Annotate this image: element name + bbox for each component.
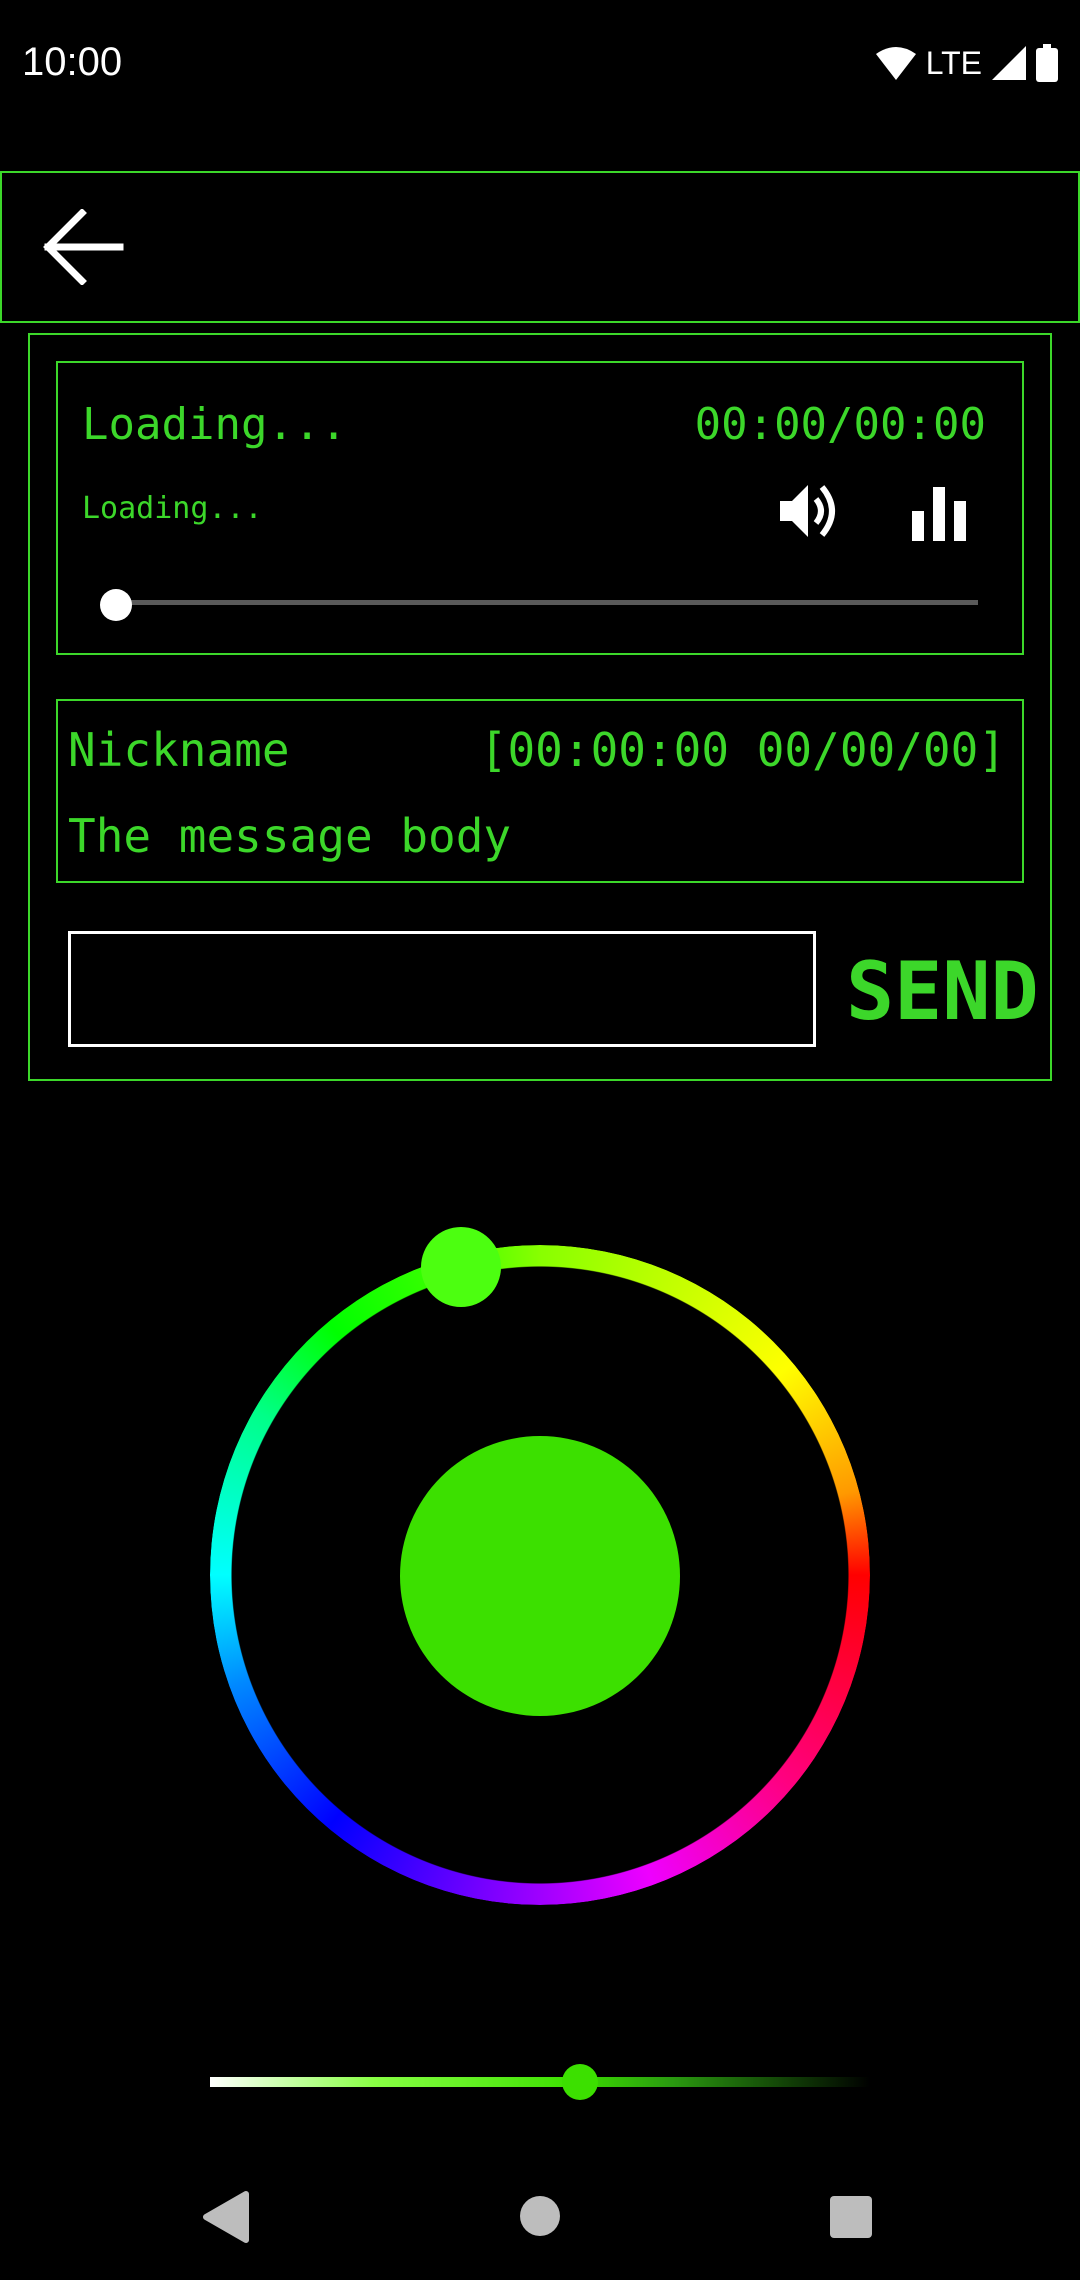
message-timestamp: [00:00:00 00/00/00]	[479, 723, 1006, 777]
brightness-slider[interactable]	[210, 2077, 870, 2087]
arrow-back-icon	[43, 208, 124, 286]
brightness-slider-thumb[interactable]	[562, 2064, 598, 2100]
send-button[interactable]: SEND	[846, 937, 1039, 1047]
cell-signal-icon	[992, 46, 1026, 80]
volume-button[interactable]	[778, 481, 842, 541]
message-body: The message body	[68, 809, 512, 863]
lte-label: LTE	[925, 44, 982, 81]
equalizer-button[interactable]	[912, 483, 968, 541]
status-bar: 10:00 LTE	[0, 0, 1080, 140]
status-time: 10:00	[22, 40, 123, 84]
selected-color-preview	[400, 1436, 680, 1716]
media-player-panel: Loading... 00:00/00:00 Loading...	[56, 361, 1024, 655]
system-nav-bar	[0, 2160, 1080, 2280]
message-nickname: Nickname	[68, 723, 290, 777]
nav-back-icon	[203, 2191, 249, 2243]
chat-card: Loading... 00:00/00:00 Loading... Nickna…	[28, 333, 1052, 1081]
message-input[interactable]	[68, 931, 816, 1047]
track-subtitle: Loading...	[82, 491, 263, 526]
seek-bar[interactable]	[102, 600, 978, 605]
track-time: 00:00/00:00	[694, 399, 986, 450]
nav-home-icon[interactable]	[520, 2196, 560, 2236]
back-button[interactable]	[40, 208, 128, 286]
wifi-icon	[875, 47, 916, 80]
nav-recents-icon[interactable]	[830, 2196, 872, 2238]
color-wheel-thumb[interactable]	[421, 1227, 501, 1307]
nav-back-button[interactable]	[202, 2190, 250, 2244]
message-item: Nickname [00:00:00 00/00/00] The message…	[56, 699, 1024, 883]
status-icons: LTE	[875, 44, 1058, 82]
volume-up-icon	[780, 485, 835, 537]
battery-icon	[1036, 44, 1058, 82]
track-title: Loading...	[82, 399, 347, 450]
equalizer-icon	[912, 487, 966, 541]
seek-thumb[interactable]	[100, 589, 132, 621]
app-toolbar	[0, 171, 1080, 323]
